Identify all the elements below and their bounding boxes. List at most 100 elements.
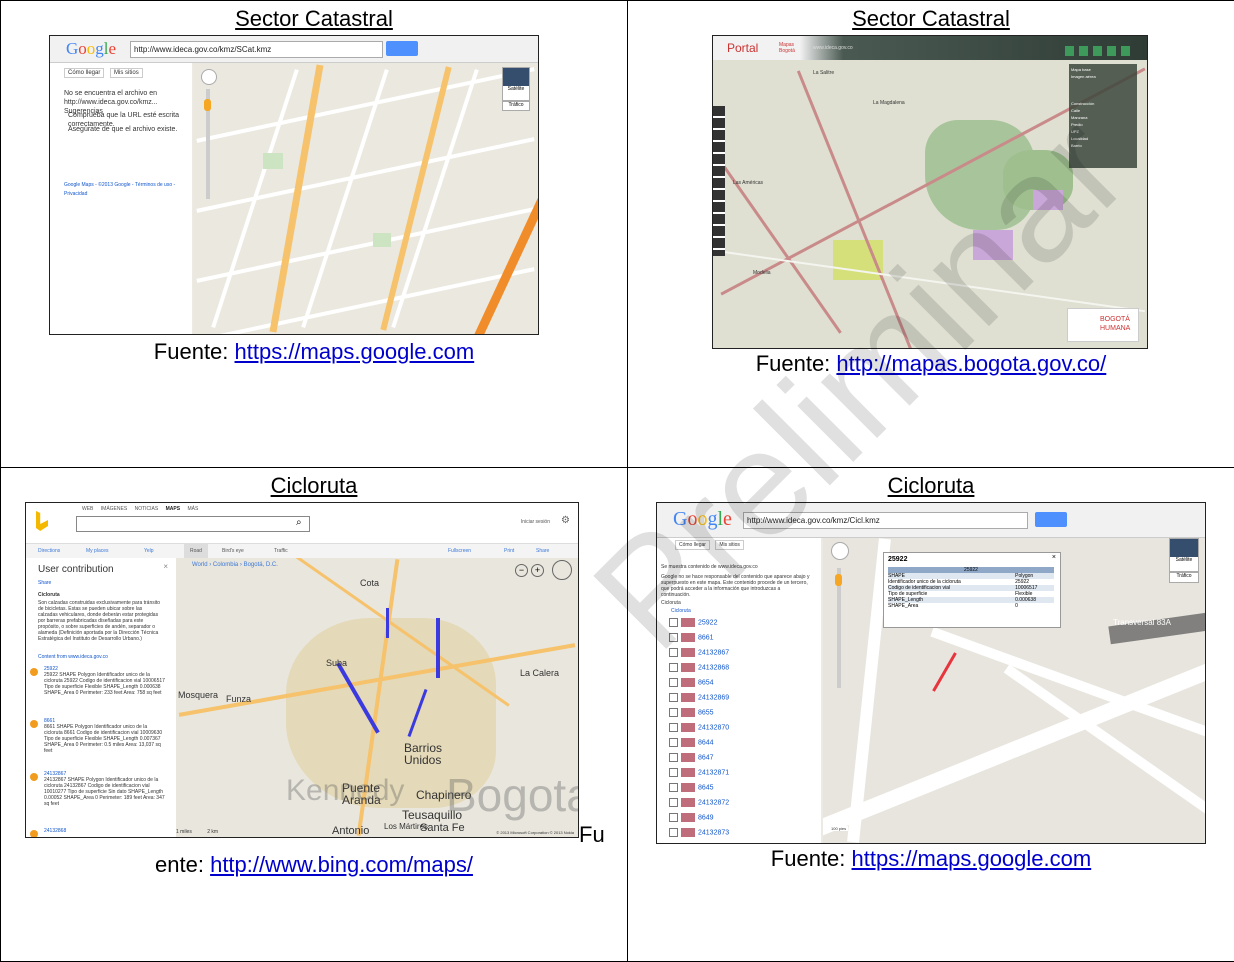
result-item[interactable]: 2592225922 SHAPE Polygon Identificador u… — [30, 666, 166, 710]
share-link[interactable]: Share — [38, 580, 51, 586]
bing-nav: WEB IMÁGENES NOTICIAS MAPS MÁS — [82, 506, 198, 512]
layer-menu: Mapa baseImagen aérea Construcción Calle… — [1069, 64, 1137, 168]
content-source[interactable]: Content from www.ideca.gov.co — [38, 654, 108, 660]
section-description: Son calzadas construidas exclusivamente … — [38, 600, 160, 652]
compass-icon[interactable] — [552, 560, 572, 580]
zoom-slider[interactable] — [837, 568, 841, 688]
pegman-icon[interactable] — [204, 99, 211, 111]
caption-prefix: ente: — [155, 852, 210, 877]
list-item[interactable]: 24132868 — [669, 663, 729, 674]
caption-prefix: Fuente: — [756, 351, 837, 376]
section-title: Cicloruta — [38, 592, 60, 598]
popup-title: 25922 — [888, 556, 907, 563]
place-label: Las Américas — [733, 180, 763, 186]
caption-prefix: Fuente: — [154, 339, 235, 364]
list-item[interactable]: 25922 — [669, 618, 717, 629]
layer-toggle[interactable]: Cicloruta — [671, 608, 691, 614]
zoom-out-button[interactable]: − — [515, 564, 528, 577]
place-label: Santa Fe — [420, 822, 465, 834]
result-pin-icon — [30, 720, 38, 728]
cell-sector-catastral-google: Sector Catastral Google http://www.ideca… — [1, 1, 628, 468]
breadcrumb[interactable]: World › Colombia › Bogotá, D.C. — [192, 562, 278, 568]
place-label: La Calera — [520, 668, 559, 678]
left-toolbar[interactable] — [713, 106, 725, 256]
pegman-icon[interactable] — [835, 574, 842, 586]
directions-button[interactable]: Cómo llegar — [64, 68, 104, 78]
source-link[interactable]: https://maps.google.com — [235, 339, 475, 364]
google-logo: Google — [673, 508, 732, 531]
bing-maps-screenshot: WEB IMÁGENES NOTICIAS MAPS MÁS ⌕ Iniciar… — [25, 502, 579, 838]
user-contribution-panel: User contribution × Share Cicloruta Son … — [26, 558, 174, 837]
place-label: Suba — [326, 658, 347, 668]
zoom-in-button[interactable]: + — [531, 564, 544, 577]
list-item[interactable]: 8661 — [669, 633, 714, 644]
search-icon[interactable]: ⌕ — [296, 517, 302, 528]
list-item[interactable]: 8644 — [669, 738, 714, 749]
source-caption: ente: http://www.bing.com/maps/ — [1, 852, 627, 878]
source-link[interactable]: http://mapas.bogota.gov.co/ — [836, 351, 1106, 376]
panel-title: User contribution — [38, 564, 114, 576]
cell-cicloruta-google: Cicloruta Google http://www.ideca.gov.co… — [628, 468, 1234, 962]
close-icon[interactable]: × — [1052, 554, 1056, 561]
search-button[interactable] — [1035, 512, 1067, 527]
list-item[interactable]: 8645 — [669, 783, 714, 794]
list-item[interactable]: 24132867 — [669, 648, 729, 659]
result-item[interactable]: 24132868 — [30, 828, 166, 834]
toolbar-icons[interactable] — [1065, 46, 1135, 56]
list-item[interactable]: 8649 — [669, 813, 714, 824]
sign-in-link[interactable]: Iniciar sesión — [521, 519, 550, 525]
map-area: Satélite Tráfico — [193, 63, 538, 334]
search-input[interactable] — [76, 516, 310, 532]
source-caption: Fuente: https://maps.google.com — [628, 846, 1234, 872]
list-item[interactable]: 8654 — [669, 678, 714, 689]
settings-gear-icon[interactable]: ⚙ — [561, 515, 570, 526]
portal-mapas-screenshot: Portal Mapas Bogotá www.ideca.gov.co — [712, 35, 1148, 349]
traffic-toggle[interactable]: Tráfico — [502, 101, 530, 111]
list-item[interactable]: 24132873 — [669, 828, 729, 839]
my-places-button[interactable]: Mis sitios — [715, 540, 744, 550]
result-pin-icon — [30, 773, 38, 781]
bing-header: WEB IMÁGENES NOTICIAS MAPS MÁS ⌕ Iniciar… — [26, 503, 578, 543]
zoom-control[interactable] — [831, 542, 849, 560]
source-link[interactable]: https://maps.google.com — [852, 846, 1092, 871]
list-item[interactable]: 8655 — [669, 708, 714, 719]
zoom-control[interactable] — [201, 69, 217, 85]
portal-url: www.ideca.gov.co — [813, 45, 853, 51]
list-item[interactable]: 8647 — [669, 753, 714, 764]
content-source: Se muestra contenido de www.ideca.gov.co — [661, 564, 811, 570]
directions-button[interactable]: Cómo llegar — [675, 540, 710, 550]
layer-title: Cicloruta — [661, 600, 681, 606]
traffic-toggle[interactable]: Tráfico — [1169, 572, 1199, 583]
portal-logo-sub: Mapas Bogotá — [779, 42, 803, 54]
source-caption: Fuente: http://mapas.bogota.gov.co/ — [628, 351, 1234, 377]
maps-header: Google http://www.ideca.gov.co/kmz/Cicl.… — [657, 503, 1205, 538]
search-button[interactable] — [386, 41, 418, 56]
caption-prefix: Fuente: — [771, 846, 852, 871]
close-icon[interactable]: × — [163, 564, 168, 570]
map-area: Mapa baseImagen aérea Construcción Calle… — [713, 60, 1147, 348]
result-item[interactable]: 86618661 SHAPE Polygon Identificador uni… — [30, 718, 166, 764]
satellite-toggle[interactable]: Satélite — [502, 67, 530, 101]
result-item[interactable]: 2413286724132867 SHAPE Polygon Identific… — [30, 771, 166, 825]
list-item[interactable]: 24132869 — [669, 693, 729, 704]
search-input[interactable]: http://www.ideca.gov.co/kmz/SCat.kmz — [130, 41, 383, 58]
list-item[interactable]: 24132871 — [669, 768, 729, 779]
source-link[interactable]: http://www.bing.com/maps/ — [210, 852, 473, 877]
google-maps-screenshot: Google http://www.ideca.gov.co/kmz/SCat.… — [49, 35, 539, 335]
left-panel: Cómo llegar Mis sitios Se muestra conten… — [657, 538, 821, 843]
search-input[interactable]: http://www.ideca.gov.co/kmz/Cicl.kmz — [743, 512, 1028, 529]
cell-cicloruta-bing: Cicloruta WEB IMÁGENES NOTICIAS MAPS MÁS… — [1, 468, 628, 962]
satellite-toggle[interactable]: Satélite — [1169, 538, 1199, 572]
portal-header: Portal Mapas Bogotá www.ideca.gov.co — [713, 36, 1147, 60]
maps-header: Google http://www.ideca.gov.co/kmz/SCat.… — [50, 36, 538, 63]
list-item[interactable]: 24132872 — [669, 798, 729, 809]
figure-table: Sector Catastral Google http://www.ideca… — [0, 0, 1234, 962]
place-label: Funza — [226, 694, 251, 704]
left-panel: Cómo llegar Mis sitios No se encuentra e… — [50, 63, 192, 334]
footer-links[interactable]: Google Maps - ©2013 Google - Términos de… — [64, 181, 188, 199]
bing-toolbar: Directions My places Yelp Road Bird's ey… — [26, 543, 578, 558]
place-label: Modelia — [753, 270, 771, 276]
disclaimer: Google no se hace responsable del conten… — [661, 574, 811, 598]
my-places-button[interactable]: Mis sitios — [110, 68, 143, 78]
list-item[interactable]: 24132870 — [669, 723, 729, 734]
